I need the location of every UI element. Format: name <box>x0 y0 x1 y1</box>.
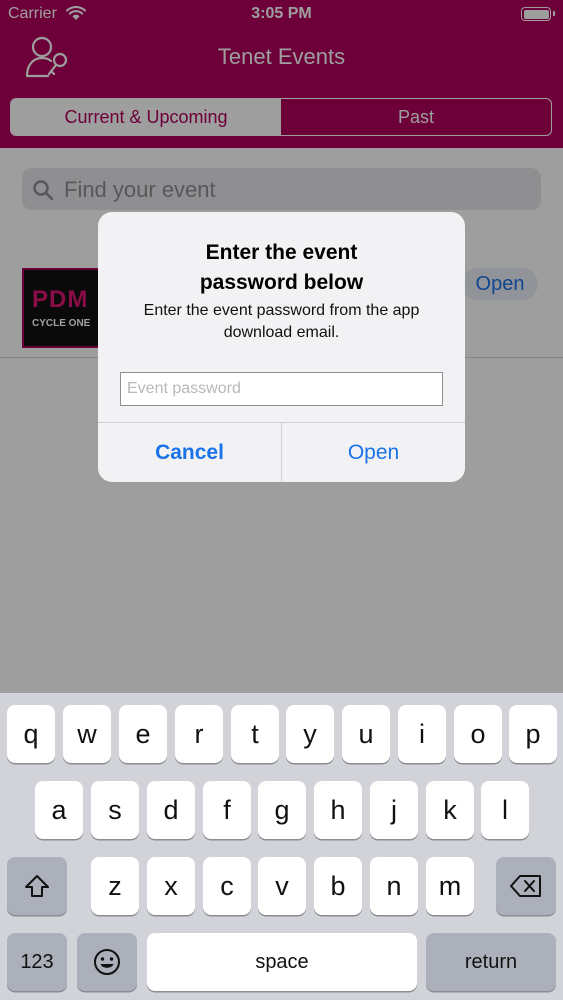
key-x[interactable]: x <box>147 857 195 915</box>
key-s[interactable]: s <box>91 781 139 839</box>
return-key[interactable]: return <box>426 933 556 991</box>
key-p[interactable]: p <box>509 705 557 763</box>
space-key[interactable]: space <box>147 933 417 991</box>
shift-arrow-icon <box>25 875 49 897</box>
key-k[interactable]: k <box>426 781 474 839</box>
alert-title-line1: Enter the event <box>205 241 358 264</box>
key-n[interactable]: n <box>370 857 418 915</box>
backspace-icon <box>510 875 541 897</box>
open-button[interactable]: Open <box>282 423 465 482</box>
key-o[interactable]: o <box>454 705 502 763</box>
delete-key[interactable] <box>496 857 556 915</box>
alert-message-line2: download email. <box>223 324 340 341</box>
key-m[interactable]: m <box>426 857 474 915</box>
key-u[interactable]: u <box>342 705 390 763</box>
key-d[interactable]: d <box>147 781 195 839</box>
emoji-icon <box>94 949 120 975</box>
password-alert-dialog: Enter the event password below Enter the… <box>98 212 465 482</box>
key-q[interactable]: q <box>7 705 55 763</box>
key-z[interactable]: z <box>91 857 139 915</box>
key-t[interactable]: t <box>231 705 279 763</box>
shift-key[interactable] <box>7 857 67 915</box>
key-h[interactable]: h <box>314 781 362 839</box>
key-r[interactable]: r <box>175 705 223 763</box>
key-w[interactable]: w <box>63 705 111 763</box>
key-c[interactable]: c <box>203 857 251 915</box>
key-j[interactable]: j <box>370 781 418 839</box>
alert-message-line1: Enter the event password from the app <box>143 302 420 319</box>
alert-title-line2: password below <box>199 271 364 294</box>
key-e[interactable]: e <box>119 705 167 763</box>
key-y[interactable]: y <box>286 705 334 763</box>
alert-title: Enter the event password below <box>98 238 465 298</box>
event-password-input[interactable] <box>120 372 443 406</box>
keyboard: q w e r t y u i o p a s d f g h j k l z … <box>0 693 563 1000</box>
key-f[interactable]: f <box>203 781 251 839</box>
key-v[interactable]: v <box>258 857 306 915</box>
key-i[interactable]: i <box>398 705 446 763</box>
cancel-button[interactable]: Cancel <box>98 423 281 482</box>
numbers-key[interactable]: 123 <box>7 933 67 991</box>
alert-message: Enter the event password from the app do… <box>98 300 465 344</box>
emoji-key[interactable] <box>77 933 137 991</box>
key-b[interactable]: b <box>314 857 362 915</box>
key-a[interactable]: a <box>35 781 83 839</box>
key-l[interactable]: l <box>481 781 529 839</box>
key-g[interactable]: g <box>258 781 306 839</box>
